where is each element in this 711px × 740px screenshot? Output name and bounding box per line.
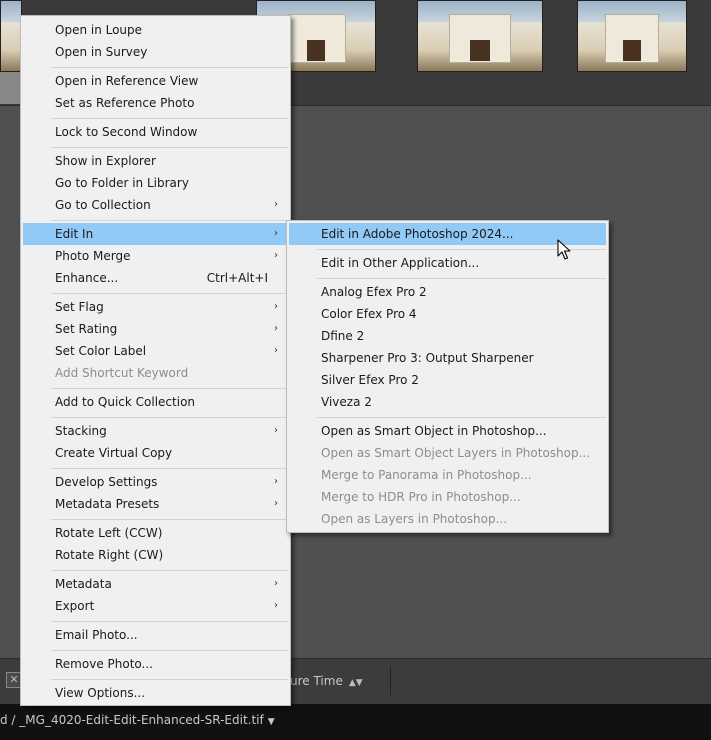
file-path[interactable]: d / _MG_4020-Edit-Edit-Enhanced-SR-Edit.…	[0, 713, 275, 727]
chevron-right-icon: ›	[274, 578, 278, 589]
submenu-item-sharpener-pro[interactable]: Sharpener Pro 3: Output Sharpener	[289, 347, 606, 369]
toolbar-divider	[390, 667, 391, 695]
menu-item-add-to-quick-collection[interactable]: Add to Quick Collection	[23, 391, 288, 413]
menu-separator	[51, 388, 288, 389]
menu-separator	[317, 278, 606, 279]
file-path-label: d / _MG_4020-Edit-Edit-Enhanced-SR-Edit.…	[0, 713, 264, 727]
menu-item-set-rating[interactable]: Set Rating ›	[23, 318, 288, 340]
sort-dropdown[interactable]: ure Time ▲▼	[290, 674, 363, 688]
sort-arrows-icon: ▲▼	[348, 678, 363, 688]
menu-item-remove-photo[interactable]: Remove Photo...	[23, 653, 288, 675]
menu-item-set-flag[interactable]: Set Flag ›	[23, 296, 288, 318]
chevron-down-icon: ▼	[267, 717, 275, 727]
submenu-item-open-as-smart-object-layers: Open as Smart Object Layers in Photoshop…	[321, 446, 591, 460]
menu-item-create-virtual-copy[interactable]: Create Virtual Copy	[23, 442, 288, 464]
menu-separator	[51, 519, 288, 520]
menu-separator	[51, 67, 288, 68]
shortcut-label: Ctrl+Alt+I	[206, 271, 268, 285]
chevron-right-icon: ›	[274, 600, 278, 611]
menu-item-view-options[interactable]: View Options...	[23, 682, 288, 704]
filmstrip-thumbnail[interactable]	[0, 0, 22, 72]
menu-item-show-in-explorer[interactable]: Show in Explorer	[23, 150, 288, 172]
chevron-right-icon: ›	[274, 476, 278, 487]
thumbnail-image	[578, 1, 686, 71]
submenu-item-analog-efex-pro[interactable]: Analog Efex Pro 2	[289, 281, 606, 303]
submenu-item-open-as-smart-object[interactable]: Open as Smart Object in Photoshop...	[289, 420, 606, 442]
chevron-right-icon: ›	[274, 228, 278, 239]
filmstrip-selection-marker	[0, 72, 22, 104]
menu-item-rotate-right[interactable]: Rotate Right (CW)	[23, 544, 288, 566]
chevron-right-icon: ›	[274, 199, 278, 210]
submenu-item-merge-to-panorama: Merge to Panorama in Photoshop...	[321, 468, 532, 482]
submenu-item-merge-to-hdr-pro: Merge to HDR Pro in Photoshop...	[321, 490, 521, 504]
chevron-right-icon: ›	[274, 323, 278, 334]
menu-separator	[51, 621, 288, 622]
chevron-right-icon: ›	[274, 425, 278, 436]
sort-label: ure Time	[290, 674, 343, 688]
menu-item-stacking[interactable]: Stacking ›	[23, 420, 288, 442]
menu-separator	[51, 570, 288, 571]
menu-separator	[51, 679, 288, 680]
chevron-right-icon: ›	[274, 250, 278, 261]
menu-item-metadata[interactable]: Metadata ›	[23, 573, 288, 595]
menu-separator	[51, 468, 288, 469]
menu-item-edit-in[interactable]: Edit In ›	[23, 223, 288, 245]
chevron-right-icon: ›	[274, 345, 278, 356]
menu-item-export[interactable]: Export ›	[23, 595, 288, 617]
menu-item-open-in-survey[interactable]: Open in Survey	[23, 41, 288, 63]
submenu-item-silver-efex-pro[interactable]: Silver Efex Pro 2	[289, 369, 606, 391]
filmstrip-thumbnail[interactable]	[577, 0, 687, 72]
menu-item-develop-settings[interactable]: Develop Settings ›	[23, 471, 288, 493]
menu-separator	[51, 650, 288, 651]
chevron-right-icon: ›	[274, 498, 278, 509]
mouse-pointer-icon	[557, 239, 571, 260]
menu-item-open-in-loupe[interactable]: Open in Loupe	[23, 19, 288, 41]
menu-item-add-shortcut-keyword: Add Shortcut Keyword	[55, 366, 189, 380]
menu-separator	[51, 118, 288, 119]
menu-separator	[51, 417, 288, 418]
menu-separator	[51, 220, 288, 221]
menu-item-open-in-reference-view[interactable]: Open in Reference View	[23, 70, 288, 92]
menu-item-rotate-left[interactable]: Rotate Left (CCW)	[23, 522, 288, 544]
context-menu: Open in Loupe Open in Survey Open in Ref…	[20, 15, 291, 706]
menu-item-go-to-folder-in-library[interactable]: Go to Folder in Library	[23, 172, 288, 194]
menu-item-lock-to-second-window[interactable]: Lock to Second Window	[23, 121, 288, 143]
menu-item-email-photo[interactable]: Email Photo...	[23, 624, 288, 646]
menu-item-go-to-collection[interactable]: Go to Collection ›	[23, 194, 288, 216]
thumbnail-image	[1, 1, 21, 71]
filmstrip-thumbnail[interactable]	[417, 0, 543, 72]
submenu-item-color-efex-pro[interactable]: Color Efex Pro 4	[289, 303, 606, 325]
edit-in-submenu: Edit in Adobe Photoshop 2024... Edit in …	[286, 220, 609, 533]
thumbnail-image	[418, 1, 542, 71]
submenu-item-viveza[interactable]: Viveza 2	[289, 391, 606, 413]
menu-item-enhance[interactable]: Enhance... Ctrl+Alt+I	[23, 267, 288, 289]
menu-item-set-color-label[interactable]: Set Color Label ›	[23, 340, 288, 362]
chevron-right-icon: ›	[274, 301, 278, 312]
menu-separator	[51, 293, 288, 294]
menu-item-photo-merge[interactable]: Photo Merge ›	[23, 245, 288, 267]
submenu-item-open-as-layers: Open as Layers in Photoshop...	[321, 512, 508, 526]
status-bar: d / _MG_4020-Edit-Edit-Enhanced-SR-Edit.…	[0, 704, 711, 740]
submenu-item-dfine[interactable]: Dfine 2	[289, 325, 606, 347]
menu-item-metadata-presets[interactable]: Metadata Presets ›	[23, 493, 288, 515]
menu-separator	[51, 147, 288, 148]
menu-separator	[317, 417, 606, 418]
menu-item-set-as-reference-photo[interactable]: Set as Reference Photo	[23, 92, 288, 114]
